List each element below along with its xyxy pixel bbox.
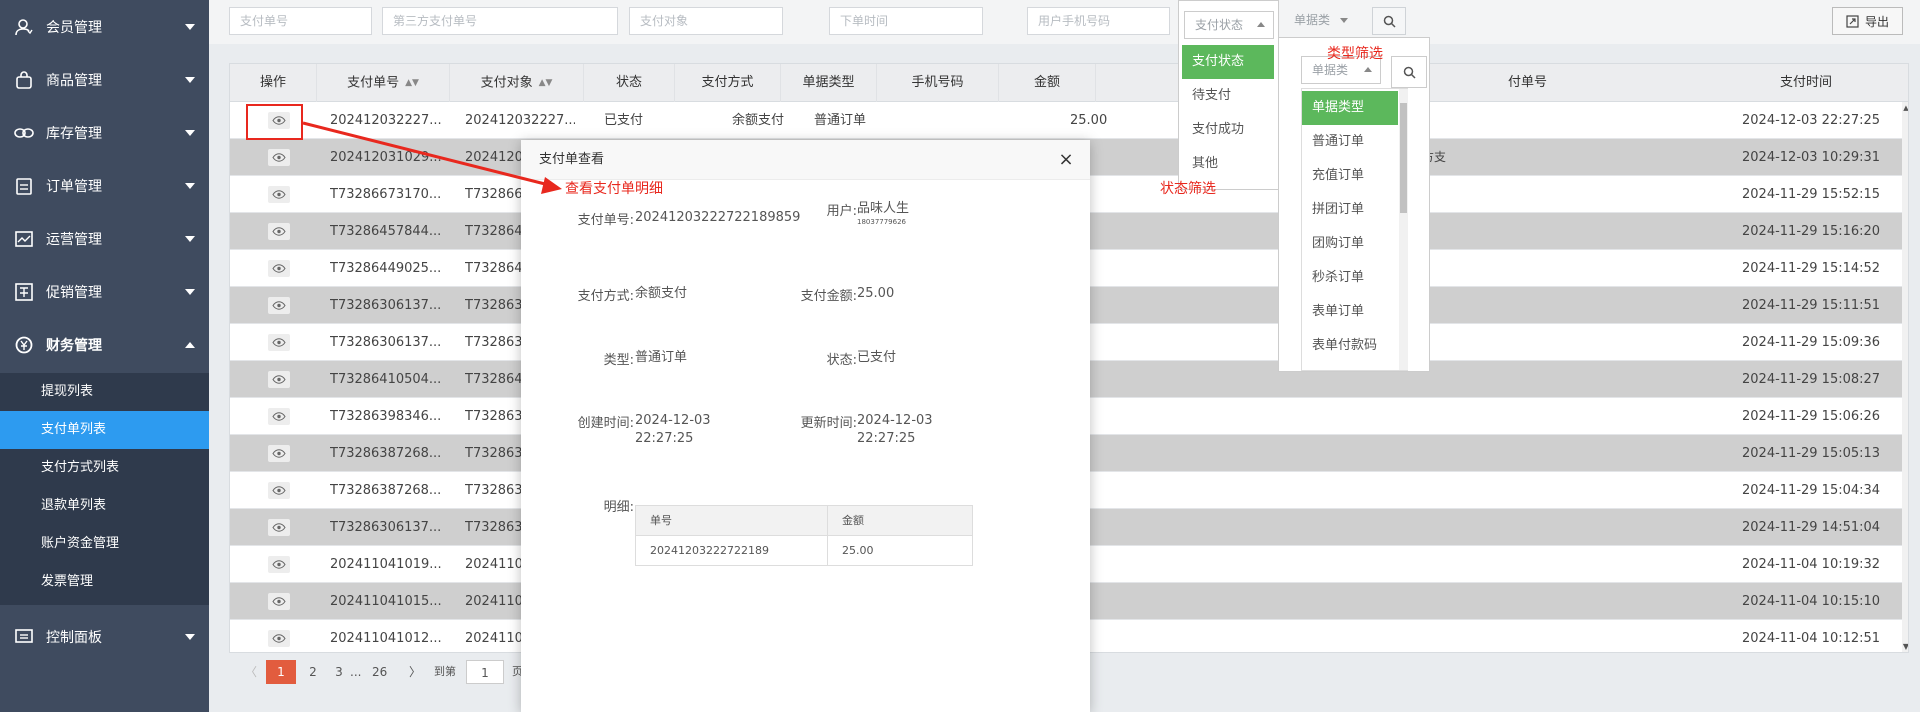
annotation-arrow [302,121,562,194]
annotation-type-filter: 类型筛选 [1327,46,1383,62]
annotation-view-detail: 查看支付单明细 [565,181,663,197]
annotation-status-filter: 状态筛选 [1160,181,1216,197]
